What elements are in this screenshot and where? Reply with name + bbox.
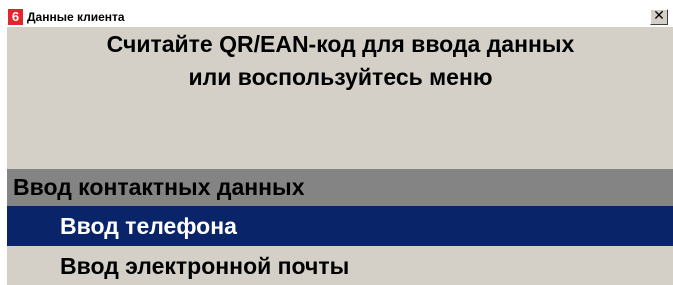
scan-prompt: Считайте QR/EAN-код для ввода данных или… [7,28,673,94]
prompt-line-2: или воспользуйтесь меню [188,64,493,90]
menu-header: Ввод контактных данных [7,169,673,206]
client-data-window: 6 Данные клиента ✕ Считайте QR/EAN-код д… [6,6,673,285]
title-bar: 6 Данные клиента ✕ [7,7,673,27]
menu-item-email[interactable]: Ввод электронной почты [7,246,673,285]
window-title: Данные клиента [27,10,125,24]
menu-item-label: Ввод телефона [60,213,237,239]
app-badge-icon: 6 [8,9,23,25]
contact-menu: Ввод контактных данных Ввод телефона Вво… [7,169,673,285]
prompt-line-1: Считайте QR/EAN-код для ввода данных [106,31,575,57]
close-button[interactable]: ✕ [650,9,668,25]
close-icon: ✕ [653,8,665,24]
menu-item-phone[interactable]: Ввод телефона [7,206,673,246]
menu-item-label: Ввод электронной почты [60,253,350,279]
